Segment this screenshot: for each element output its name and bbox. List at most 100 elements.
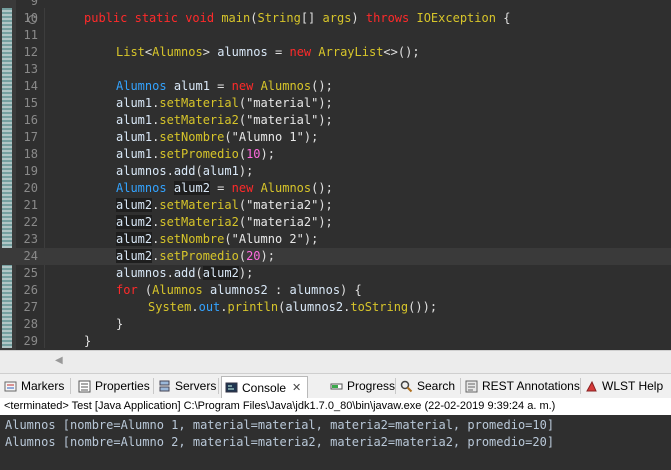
code-line[interactable]: 11 [0,27,671,44]
variable: alumnos2 [209,283,268,297]
punct: ); [238,266,254,280]
punct: ); [303,130,319,144]
punct: = [217,181,225,195]
code-line[interactable]: 10 public static void main(String[] args… [0,10,671,27]
punct: } [116,317,124,331]
tab-rest-annotations[interactable]: REST Annotations [465,376,580,396]
tab-servers[interactable]: Servers [158,376,216,396]
horizontal-scrollbar[interactable] [0,350,671,373]
code-line[interactable]: 13 [0,61,671,78]
code-line-current[interactable]: 24 alum2.setPromedio(20); [0,248,671,265]
code-text: } [84,333,91,350]
tab-properties[interactable]: Properties [78,376,150,396]
type-name: String [257,11,301,25]
code-text: List<Alumnos> alumnos = new ArrayList<>(… [116,44,420,61]
variable: alum1 [116,147,153,161]
line-number: 28 [23,317,38,331]
tab-search[interactable]: Search [400,376,455,396]
keyword: void [185,11,215,25]
tab-progress[interactable]: Progress [330,376,395,396]
keyword: for [116,283,138,297]
tab-label: Properties [95,379,150,393]
code-text: public static void main(String[] args) t… [84,10,510,27]
keyword: throws [365,11,410,25]
console-output[interactable]: Alumnos [nombre=Alumno 1, material=mater… [0,415,671,470]
code-line[interactable]: 9 [0,0,671,10]
code-line[interactable]: 18 alum1.setPromedio(10); [0,146,671,163]
code-text: for (Alumnos alumnos2 : alumnos) { [116,282,362,299]
type-name: IOException [416,11,496,25]
code-line[interactable]: 15 alum1.setMaterial("material"); [0,95,671,112]
line-number: 12 [23,45,38,59]
punct: ( [238,113,247,127]
code-line[interactable]: 14 Alumnos alum1 = new Alumnos(); [0,78,671,95]
code-editor[interactable]: 9 10 public static void main(String[] ar… [0,0,671,350]
tab-separator [218,378,219,394]
line-number: 15 [23,96,38,110]
tab-markers[interactable]: Markers [4,376,64,396]
tab-label: Progress [347,379,396,393]
punct: ( [238,249,247,263]
code-line[interactable]: 20 Alumnos alum2 = new Alumnos(); [0,180,671,197]
punct: { [354,283,362,297]
code-line[interactable]: 26 for (Alumnos alumnos2 : alumnos) { [0,282,671,299]
scroll-left-arrow-icon[interactable]: ◀ [55,355,63,366]
string-literal: "Alumno 2" [231,232,304,246]
punct: ); [318,198,333,212]
string-literal: "Alumno 1" [231,130,304,144]
code-line[interactable]: 27 System.out.println(alumnos2.toString(… [0,299,671,316]
line-number: 9 [30,0,38,8]
rest-annotations-icon [465,380,478,392]
variable: alumnos [217,45,268,59]
code-line[interactable]: 19 alumnos.add(alum1); [0,163,671,180]
line-number: 20 [23,181,38,195]
close-icon[interactable]: ✕ [292,381,301,394]
servers-icon [159,380,170,391]
type-name: Alumnos [152,283,203,297]
code-line[interactable]: 17 alum1.setNombre("Alumno 1"); [0,129,671,146]
punct: ); [238,164,254,178]
variable: alumnos [289,283,341,297]
tab-console[interactable]: Console ✕ [221,376,309,398]
markers-icon [4,381,17,391]
line-number: 13 [23,62,38,76]
punct: [] [300,11,316,25]
console-line: Alumnos [nombre=Alumno 1, material=mater… [5,418,555,432]
wlst-help-icon [586,380,597,391]
code-line[interactable]: 21 alum2.setMaterial("materia2"); [0,197,671,214]
console-line: Alumnos [nombre=Alumno 2, material=mater… [5,435,555,449]
type-name: Alumnos [116,181,167,195]
code-line[interactable]: 12 List<Alumnos> alumnos = new ArrayList… [0,44,671,61]
method-name: setMaterial [159,96,239,110]
keyword: new [231,181,254,195]
code-line[interactable]: 23 alum2.setNombre("Alumno 2"); [0,231,671,248]
variable-occurrence: alum2 [116,249,153,263]
string-literal: "material" [246,113,319,127]
punct: . [166,164,174,178]
punct: (); [311,79,333,93]
code-line[interactable]: 29 } [0,333,671,350]
string-literal: "materia2" [246,198,319,212]
variable: alum1 [116,96,153,110]
punct: = [275,45,283,59]
tab-separator [395,378,396,394]
method-name: add [173,164,196,178]
number-literal: 10 [246,147,261,161]
tab-label: Search [417,379,456,393]
keyword: new [289,45,312,59]
console-status-header: <terminated> Test [Java Application] C:\… [0,398,671,415]
code-line[interactable]: 16 alum1.setMateria2("material"); [0,112,671,129]
line-number: 24 [23,249,38,263]
punct: > [202,45,210,59]
code-line[interactable]: 25 alumnos.add(alum2); [0,265,671,282]
tab-separator [153,378,154,394]
variable: alum1 [116,130,153,144]
tab-wlst-help[interactable]: WLST Help [585,376,663,396]
code-text: alum2.setMateria2("materia2"); [116,214,333,231]
code-text: } [116,316,123,333]
punct: = [217,79,225,93]
method-name: setMaterial [159,198,239,212]
code-line[interactable]: 28 } [0,316,671,333]
code-line[interactable]: 22 alum2.setMateria2("materia2"); [0,214,671,231]
line-number: 14 [23,79,38,93]
